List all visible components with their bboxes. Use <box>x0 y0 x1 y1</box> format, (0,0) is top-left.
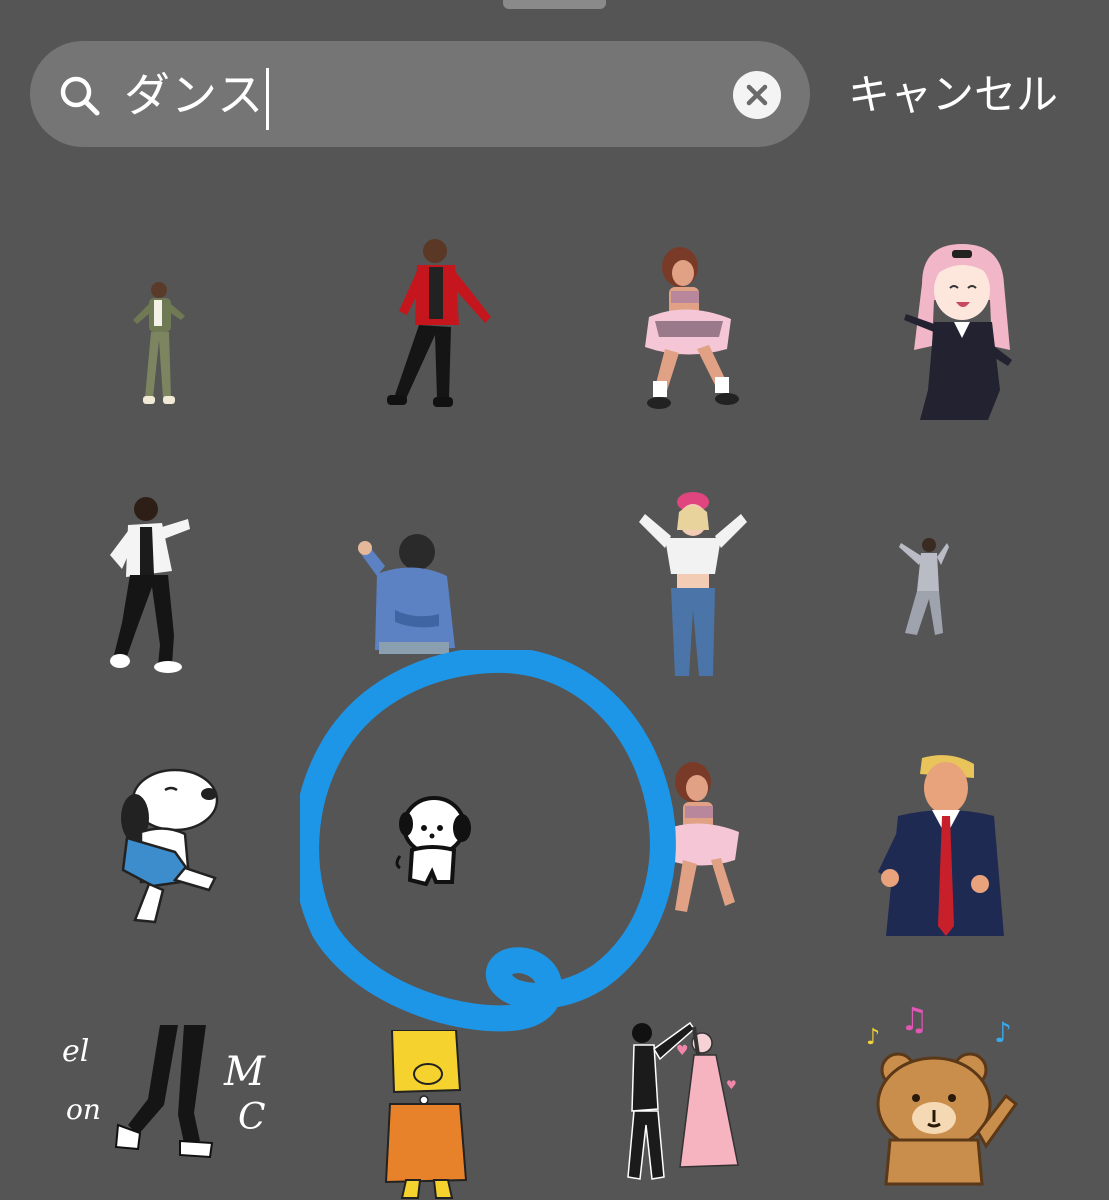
svg-text:♥: ♥ <box>726 1078 737 1092</box>
sticker-bear-with-music-notes[interactable]: ♪ ♫ ♪ <box>860 1000 1030 1190</box>
annotation-circle <box>300 650 676 1032</box>
cancel-button[interactable]: キャンセル <box>848 64 1058 126</box>
svg-text:on: on <box>66 1093 101 1126</box>
sticker-couple-dancing[interactable]: ♥ ♥ <box>620 1015 755 1185</box>
svg-text:♪: ♪ <box>866 1025 880 1050</box>
sticker-cartoon-yellow-character[interactable] <box>380 1030 470 1200</box>
close-icon <box>746 84 768 106</box>
sticker-dancing-man-green-outfit[interactable] <box>125 280 190 408</box>
sticker-dancing-man-red-jacket[interactable] <box>385 235 495 415</box>
text-cursor <box>266 67 270 130</box>
sticker-dance-legs-script-text[interactable]: el on M C <box>60 1025 270 1160</box>
svg-text:C: C <box>238 1097 266 1138</box>
sticker-politician-dancing[interactable] <box>870 750 1015 940</box>
svg-text:el: el <box>62 1034 89 1069</box>
sticker-cartoon-dog-dancing[interactable] <box>392 792 472 890</box>
sticker-dancing-girl-pink-skirt-repeat[interactable] <box>655 760 745 920</box>
search-input[interactable]: ダンス <box>124 62 270 130</box>
sticker-dancing-man-denim-jacket[interactable] <box>355 530 460 655</box>
sticker-dancing-man-white-shirt[interactable] <box>100 495 195 675</box>
search-icon <box>60 76 100 116</box>
clear-search-button[interactable] <box>733 71 781 119</box>
sheet-grabber[interactable] <box>503 0 606 9</box>
sticker-anime-girl-pink-hair[interactable] <box>900 240 1020 425</box>
sticker-dancing-woman-pink-cap[interactable] <box>635 490 750 680</box>
sticker-dancing-woman-small[interactable] <box>895 535 950 640</box>
svg-text:♫: ♫ <box>900 1000 929 1038</box>
sticker-dancing-girl-pink-skirt[interactable] <box>635 245 740 415</box>
search-query-text: ダンス <box>124 68 265 122</box>
svg-text:♥: ♥ <box>676 1043 689 1059</box>
svg-text:M: M <box>223 1049 266 1095</box>
sticker-snoopy-dancing[interactable] <box>105 760 225 925</box>
svg-text:♪: ♪ <box>994 1016 1012 1049</box>
